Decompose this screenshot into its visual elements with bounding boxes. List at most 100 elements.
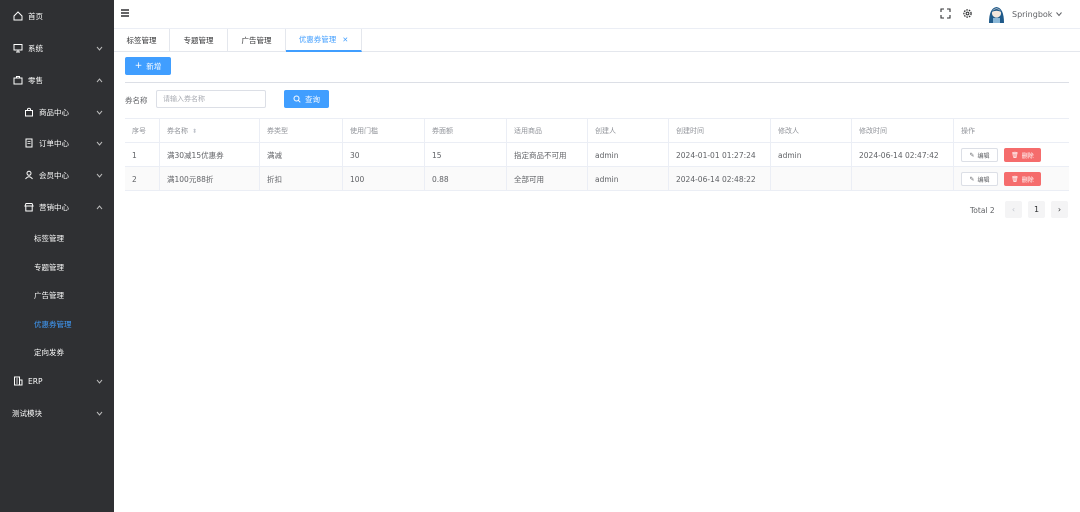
sort-icon[interactable]: ⬍	[192, 128, 197, 135]
nav-coupon-mgmt[interactable]: 优惠券管理	[0, 309, 114, 339]
tab-topic-mgmt[interactable]: 专题管理	[170, 29, 228, 52]
nav-member-center-label: 会员中心	[39, 170, 69, 180]
col-header: 适用商品	[506, 119, 587, 143]
delete-button[interactable]: 🗑 删除	[1004, 172, 1041, 186]
col-header: 创建人	[587, 119, 668, 143]
document-icon	[23, 137, 35, 149]
sidebar: 首页 系统 零售 商品中心 订单中心 会员中心 营销中心 标签管理 专题管理 广…	[0, 0, 114, 512]
cell-applicable-goods: 全部可用	[506, 167, 587, 191]
chevron-right-icon: ›	[1057, 205, 1062, 214]
cell-actions: ✎ 编辑 🗑 删除	[953, 143, 1069, 167]
cell-threshold: 30	[342, 143, 424, 167]
chevron-up-icon	[95, 76, 103, 84]
gear-icon[interactable]	[962, 8, 973, 19]
username[interactable]: Springbok	[1012, 10, 1052, 19]
hamburger-icon[interactable]	[120, 8, 130, 18]
chevron-down-icon	[95, 108, 103, 116]
search-icon	[293, 95, 301, 103]
nav-retail-label: 零售	[28, 75, 43, 85]
cell-coupon-name: 满30减15优惠券	[159, 143, 259, 167]
col-header: 序号	[132, 127, 146, 135]
cell-created-at: 2024-06-14 02:48:22	[668, 167, 770, 191]
nav-test-module[interactable]: 测试模块	[0, 398, 114, 428]
nav-home[interactable]: 首页	[0, 1, 114, 31]
col-header: 修改人	[770, 119, 851, 143]
nav-topic-mgmt[interactable]: 专题管理	[0, 252, 114, 282]
monitor-icon	[12, 42, 24, 54]
nav-goods-center-label: 商品中心	[39, 107, 69, 117]
tab-label: 标签管理	[126, 36, 157, 45]
cell-creator: admin	[587, 167, 668, 191]
shopping-bag-icon	[23, 106, 35, 118]
cell-face-value: 0.88	[424, 167, 506, 191]
nav-order-center-label: 订单中心	[39, 138, 69, 148]
cell-index: 2	[132, 174, 137, 184]
cell-threshold: 100	[342, 167, 424, 191]
add-button-label: 新增	[146, 61, 162, 71]
close-icon[interactable]: ✕	[342, 36, 348, 44]
shop-icon	[23, 201, 35, 213]
query-button[interactable]: 查询	[284, 90, 329, 108]
trash-icon: 🗑	[1011, 151, 1019, 159]
nav-tag-mgmt-label: 标签管理	[34, 233, 64, 243]
chevron-down-icon[interactable]	[1055, 10, 1063, 18]
chevron-down-icon	[95, 44, 103, 52]
cell-modifier	[770, 167, 851, 191]
edit-button[interactable]: ✎ 编辑	[961, 172, 998, 186]
col-header: 使用门槛	[342, 119, 424, 143]
cell-created-at: 2024-01-01 01:27:24	[668, 143, 770, 167]
col-header: 券面额	[424, 119, 506, 143]
plus-icon: +	[134, 61, 143, 71]
nav-ad-mgmt-label: 广告管理	[34, 290, 64, 300]
nav-goods-center[interactable]: 商品中心	[0, 97, 114, 127]
query-button-label: 查询	[305, 94, 320, 104]
nav-home-label: 首页	[28, 11, 43, 21]
next-page-button[interactable]: ›	[1051, 201, 1068, 218]
nav-member-center[interactable]: 会员中心	[0, 160, 114, 190]
tab-coupon-mgmt[interactable]: 优惠券管理 ✕	[286, 29, 362, 52]
coupon-table: 序号 券名称 ⬍ 券类型 使用门槛 券面额 适用商品 创建人 创建时间 修改人 …	[125, 118, 1069, 191]
nav-marketing-center[interactable]: 营销中心	[0, 192, 114, 222]
chevron-down-icon	[95, 171, 103, 179]
prev-page-button[interactable]: ‹	[1005, 201, 1022, 218]
col-header: 操作	[953, 119, 1069, 143]
cell-modified-at: 2024-06-14 02:47:42	[851, 143, 953, 167]
nav-tag-mgmt[interactable]: 标签管理	[0, 223, 114, 253]
nav-targeted-coupon[interactable]: 定向发券	[0, 337, 114, 367]
tab-ad-mgmt[interactable]: 广告管理	[228, 29, 286, 52]
trash-icon: 🗑	[1011, 175, 1019, 183]
cell-actions: ✎ 编辑 🗑 删除	[953, 167, 1069, 191]
cell-index: 1	[132, 150, 137, 160]
page-number-button[interactable]: 1	[1028, 201, 1045, 218]
nav-order-center[interactable]: 订单中心	[0, 128, 114, 158]
add-button[interactable]: + 新增	[125, 57, 171, 75]
nav-marketing-center-label: 营销中心	[39, 202, 69, 212]
pagination-total: Total 2	[970, 206, 995, 215]
cell-modified-at	[851, 167, 953, 191]
nav-targeted-coupon-label: 定向发券	[34, 347, 64, 357]
edit-button-label: 编辑	[977, 152, 990, 160]
table-row: 2 满100元88折 折扣 100 0.88 全部可用 admin 2024-0…	[125, 167, 1069, 191]
coupon-name-input[interactable]	[156, 90, 266, 108]
chevron-down-icon	[95, 377, 103, 385]
edit-button-label: 编辑	[977, 176, 990, 184]
user-icon	[23, 169, 35, 181]
nav-system[interactable]: 系统	[0, 33, 114, 63]
col-header: 券类型	[259, 119, 342, 143]
fullscreen-icon[interactable]	[940, 8, 951, 19]
delete-button[interactable]: 🗑 删除	[1004, 148, 1041, 162]
avatar[interactable]	[988, 4, 1005, 24]
edit-button[interactable]: ✎ 编辑	[961, 148, 998, 162]
nav-retail[interactable]: 零售	[0, 65, 114, 95]
nav-erp[interactable]: ERP	[0, 366, 114, 396]
nav-system-label: 系统	[28, 43, 43, 53]
divider	[125, 82, 1069, 83]
col-header-sortable[interactable]: 券名称 ⬍	[159, 119, 259, 143]
briefcase-icon	[12, 74, 24, 86]
nav-erp-label: ERP	[28, 376, 43, 386]
delete-button-label: 删除	[1021, 176, 1034, 184]
chevron-down-icon	[95, 409, 103, 417]
tab-tag-mgmt[interactable]: 标签管理	[114, 29, 170, 52]
nav-ad-mgmt[interactable]: 广告管理	[0, 280, 114, 310]
table-header: 序号 券名称 ⬍ 券类型 使用门槛 券面额 适用商品 创建人 创建时间 修改人 …	[125, 119, 1069, 143]
